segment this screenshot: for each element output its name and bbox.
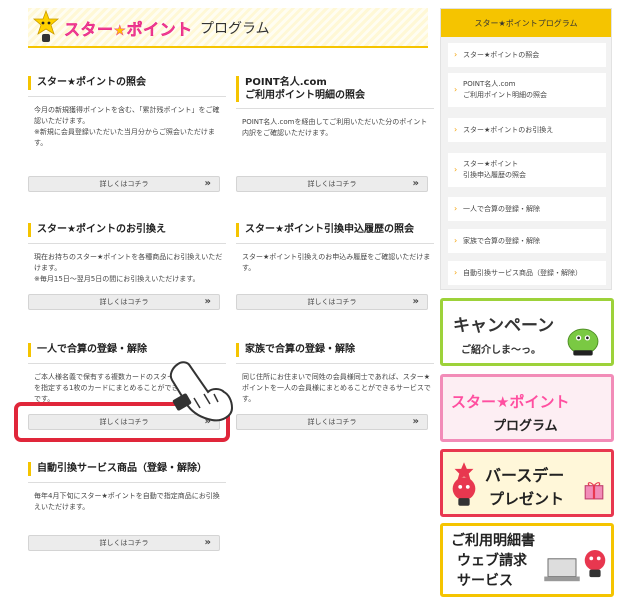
birthday-present-banner[interactable]: バースデー プレゼント	[440, 449, 614, 517]
web-billing-line3: サービス	[457, 573, 513, 589]
section-title: 自動引換サービス商品（登録・解除）	[28, 462, 226, 476]
sidebar-item-label-line2: 引換申込履歴の照会	[463, 171, 526, 179]
details-button[interactable]: 詳しくはコチラ »	[236, 294, 428, 310]
section-title: スター★ポイント引換申込履歴の照会	[236, 223, 434, 237]
program-banner-subtitle: プログラム	[493, 419, 558, 434]
divider	[236, 243, 434, 244]
details-button-label: 詳しくはコチラ	[307, 418, 357, 426]
details-button-label: 詳しくはコチラ	[99, 180, 149, 188]
divider	[28, 482, 226, 483]
chevron-double-right-icon: »	[412, 296, 419, 307]
section-title: POINT名人.com ご利用ポイント明細の照会	[236, 76, 434, 102]
section-pointmeijin: POINT名人.com ご利用ポイント明細の照会 POINT名人.comを経由し…	[236, 76, 434, 139]
sidebar-item-label-line2: ご利用ポイント明細の照会	[463, 91, 547, 99]
chevron-double-right-icon: »	[204, 537, 211, 548]
sidebar-item-label: 家族で合算の登録・解除	[463, 236, 540, 245]
hand-pointer-icon	[169, 361, 234, 422]
logo-star-icon: ★	[113, 23, 127, 39]
section-desc: 毎年4月下旬にスター★ポイントを自動で指定商品にお引換えいただけます。	[34, 492, 220, 511]
section-desc: 同じ住所にお住まいで同姓の会員様同士であれば、スター★ポイントを一人の会員様にま…	[242, 373, 431, 403]
chevron-double-right-icon: »	[204, 296, 211, 307]
details-button-label: 詳しくはコチラ	[307, 298, 357, 306]
program-banner-title: スター★ポイント	[451, 393, 570, 411]
web-billing-line2: ウェブ請求	[457, 553, 527, 569]
section-title: 一人で合算の登録・解除	[28, 343, 226, 357]
sidebar-item-auto-exchange[interactable]: › 自動引換サービス商品（登録・解除）	[448, 261, 606, 285]
program-logo: スター★ポイント	[64, 20, 193, 39]
sidebar-item-label: スター★ポイント	[463, 160, 519, 168]
section-exchange-history: スター★ポイント引換申込履歴の照会 スター★ポイント引換えのお申込み履歴をご確認…	[236, 223, 434, 274]
page-title: プログラム	[200, 21, 270, 37]
sidebar-item-pointmeijin[interactable]: › POINT名人.com ご利用ポイント明細の照会	[448, 73, 606, 107]
campaign-subtitle: ご紹介しま〜っ。	[461, 345, 541, 356]
gift-icon	[584, 482, 604, 500]
web-billing-line1: ご利用明細書	[451, 533, 535, 549]
sidebar-item-exchange-history[interactable]: › スター★ポイント 引換申込履歴の照会	[448, 153, 606, 187]
laptop-icon	[544, 558, 580, 582]
sidebar-item-label: 自動引換サービス商品（登録・解除）	[463, 268, 582, 277]
details-button-label: 詳しくはコチラ	[99, 539, 149, 547]
sidebar-header: スター★ポイントプログラム	[441, 9, 611, 37]
chevron-double-right-icon: »	[412, 416, 419, 427]
section-title: スター★ポイントのお引換え	[28, 223, 226, 237]
star-point-program-banner[interactable]: スター★ポイント プログラム	[440, 374, 614, 442]
details-button-label: 詳しくはコチラ	[307, 180, 357, 188]
campaign-banner[interactable]: キャンペーン ご紹介しま〜っ。	[440, 298, 614, 366]
details-button[interactable]: 詳しくはコチラ »	[236, 176, 428, 192]
section-title: スター★ポイントの照会	[28, 76, 226, 90]
arrow-right-icon: ›	[454, 164, 458, 174]
section-title: 家族で合算の登録・解除	[236, 343, 434, 357]
sidebar-item-point-inquiry[interactable]: › スター★ポイントの照会	[448, 43, 606, 67]
details-button-label: 詳しくはコチラ	[99, 298, 149, 306]
divider	[236, 108, 434, 109]
arrow-right-icon: ›	[454, 267, 458, 277]
sidebar-item-exchange[interactable]: › スター★ポイントのお引換え	[448, 118, 606, 142]
arrow-right-icon: ›	[454, 84, 458, 94]
section-auto-exchange: 自動引換サービス商品（登録・解除） 毎年4月下旬にスター★ポイントを自動で指定商…	[28, 462, 226, 513]
divider	[28, 96, 226, 97]
section-note: ※新規に会員登録いただいた当月分からご照会いただけます。	[34, 128, 215, 147]
birthday-title: バースデー	[485, 466, 565, 485]
arrow-right-icon: ›	[454, 235, 458, 245]
star-mascot-icon	[32, 10, 60, 42]
details-button[interactable]: 詳しくはコチラ »	[28, 176, 220, 192]
section-title-line1: POINT名人.com	[245, 77, 327, 88]
section-title-line2: ご利用ポイント明細の照会	[245, 90, 365, 101]
arrow-right-icon: ›	[454, 203, 458, 213]
campaign-title: キャンペーン	[453, 316, 555, 336]
sidebar-item-label: スター★ポイントのお引換え	[463, 125, 554, 134]
section-family-combine: 家族で合算の登録・解除 同じ住所にお住まいで同姓の会員様同士であれば、スター★ポ…	[236, 343, 434, 405]
section-point-exchange: スター★ポイントのお引換え 現在お持ちのスター★ポイントを各種商品にお引換えいた…	[28, 223, 226, 285]
divider	[28, 243, 226, 244]
arrow-right-icon: ›	[454, 49, 458, 59]
red-mascot-icon	[452, 462, 476, 506]
sidebar-item-label: POINT名人.com	[463, 80, 516, 88]
arrow-right-icon: ›	[454, 124, 458, 134]
sidebar-item-family-combine[interactable]: › 家族で合算の登録・解除	[448, 229, 606, 253]
sidebar-item-label: 一人で合算の登録・解除	[463, 204, 540, 213]
section-desc: 今月の新規獲得ポイントを含む、「累計残ポイント」をご確認いただけます。	[34, 106, 220, 125]
details-button[interactable]: 詳しくはコチラ »	[236, 414, 428, 430]
details-button[interactable]: 詳しくはコチラ »	[28, 535, 220, 551]
web-billing-banner[interactable]: ご利用明細書 ウェブ請求 サービス	[440, 523, 614, 597]
sidebar-nav: スター★ポイントプログラム › スター★ポイントの照会 › POINT名人.co…	[440, 8, 612, 290]
section-desc: 現在お持ちのスター★ポイントを各種商品にお引換えいただけます。	[34, 253, 223, 272]
divider	[236, 363, 434, 364]
section-point-inquiry: スター★ポイントの照会 今月の新規獲得ポイントを含む、「累計残ポイント」をご確認…	[28, 76, 226, 149]
section-note: ※毎月15日～翌月5日の間にお引換えいただけます。	[34, 275, 200, 283]
green-mascot-icon	[567, 328, 599, 356]
sidebar-item-solo-combine[interactable]: › 一人で合算の登録・解除	[448, 197, 606, 221]
sidebar-item-label: スター★ポイントの照会	[463, 50, 540, 59]
details-button[interactable]: 詳しくはコチラ »	[28, 294, 220, 310]
chevron-double-right-icon: »	[204, 178, 211, 189]
section-desc: スター★ポイント引換えのお申込み履歴をご確認いただけます。	[242, 253, 431, 272]
birthday-subtitle: プレゼント	[489, 490, 565, 508]
red-mascot-icon	[584, 550, 606, 578]
chevron-double-right-icon: »	[412, 178, 419, 189]
page-header: スター★ポイント プログラム	[28, 8, 428, 48]
section-desc: POINT名人.comを経由してご利用いただいた分のポイント内訳をご確認いただけ…	[242, 118, 428, 137]
